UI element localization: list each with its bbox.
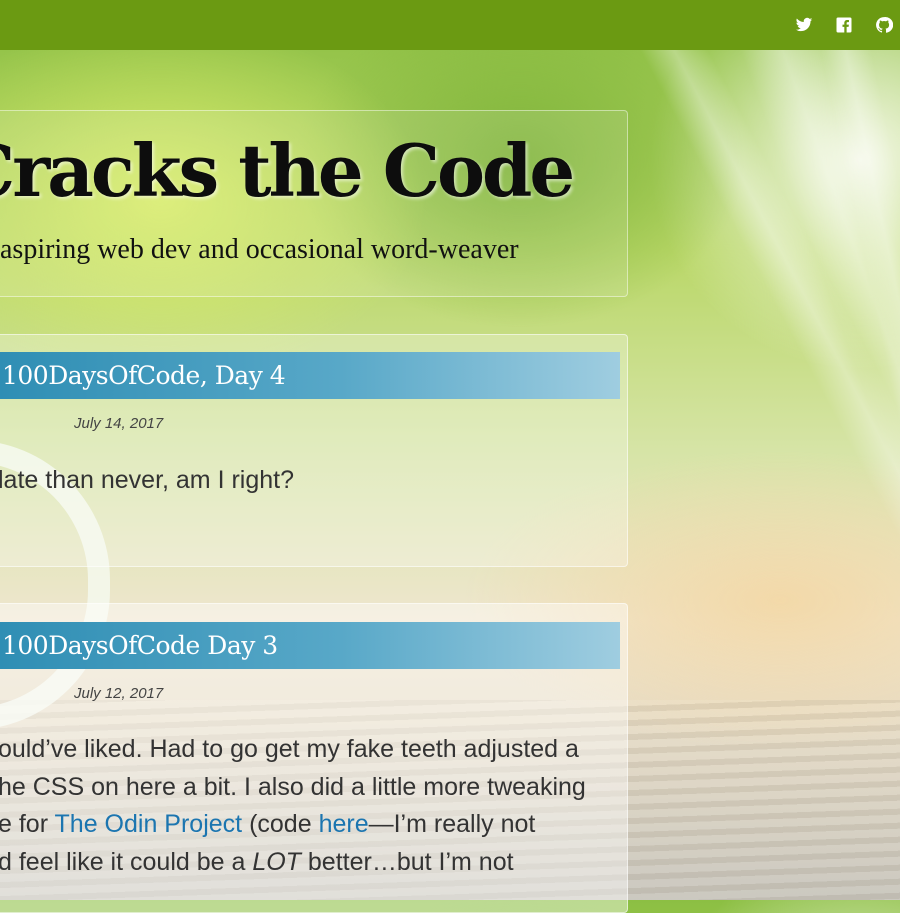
site-tagline: aspiring web dev and occasional word-wea… xyxy=(0,234,519,265)
light-ray xyxy=(820,39,900,735)
site-title[interactable]: Cracks the Code xyxy=(0,128,575,213)
text-segment: (code xyxy=(242,810,319,838)
light-ray xyxy=(640,21,900,669)
post-date: July 12, 2017 xyxy=(74,685,164,702)
twitter-icon[interactable] xyxy=(794,15,814,35)
post-title-link[interactable]: 100DaysOfCode Day 3 xyxy=(2,631,278,660)
post-title-link[interactable]: 100DaysOfCode, Day 4 xyxy=(2,361,286,390)
text-segment: e for xyxy=(0,810,55,838)
post-excerpt-line: late than never, am I right? xyxy=(0,466,295,494)
post-title[interactable]: 100DaysOfCode Day 3 xyxy=(0,622,620,669)
post-date: July 14, 2017 xyxy=(74,415,164,432)
code-here-link[interactable]: here xyxy=(319,810,369,838)
post-title[interactable]: 100DaysOfCode, Day 4 xyxy=(0,352,620,399)
post-excerpt-line: he CSS on here a bit. I also did a littl… xyxy=(0,772,586,801)
emphasis-text: LOT xyxy=(252,847,301,876)
odin-project-link[interactable]: The Odin Project xyxy=(55,810,243,838)
post-excerpt-line: ould’ve liked. Had to go get my fake tee… xyxy=(0,735,579,763)
post-excerpt: late than never, am I right? xyxy=(0,462,618,500)
post-excerpt-line: d feel like it could be a LOT better…but… xyxy=(0,844,618,882)
text-segment: better…but I’m not xyxy=(300,847,514,876)
post-excerpt-line: e for The Odin Project (code here—I’m re… xyxy=(0,806,618,844)
text-segment: d feel like it could be a xyxy=(0,847,253,876)
facebook-icon[interactable] xyxy=(834,15,854,35)
light-ray xyxy=(740,22,900,708)
post-excerpt: ould’ve liked. Had to go get my fake tee… xyxy=(0,731,618,881)
text-segment: —I’m really not xyxy=(368,810,536,838)
github-icon[interactable] xyxy=(874,15,894,35)
top-nav-bar xyxy=(0,0,900,50)
